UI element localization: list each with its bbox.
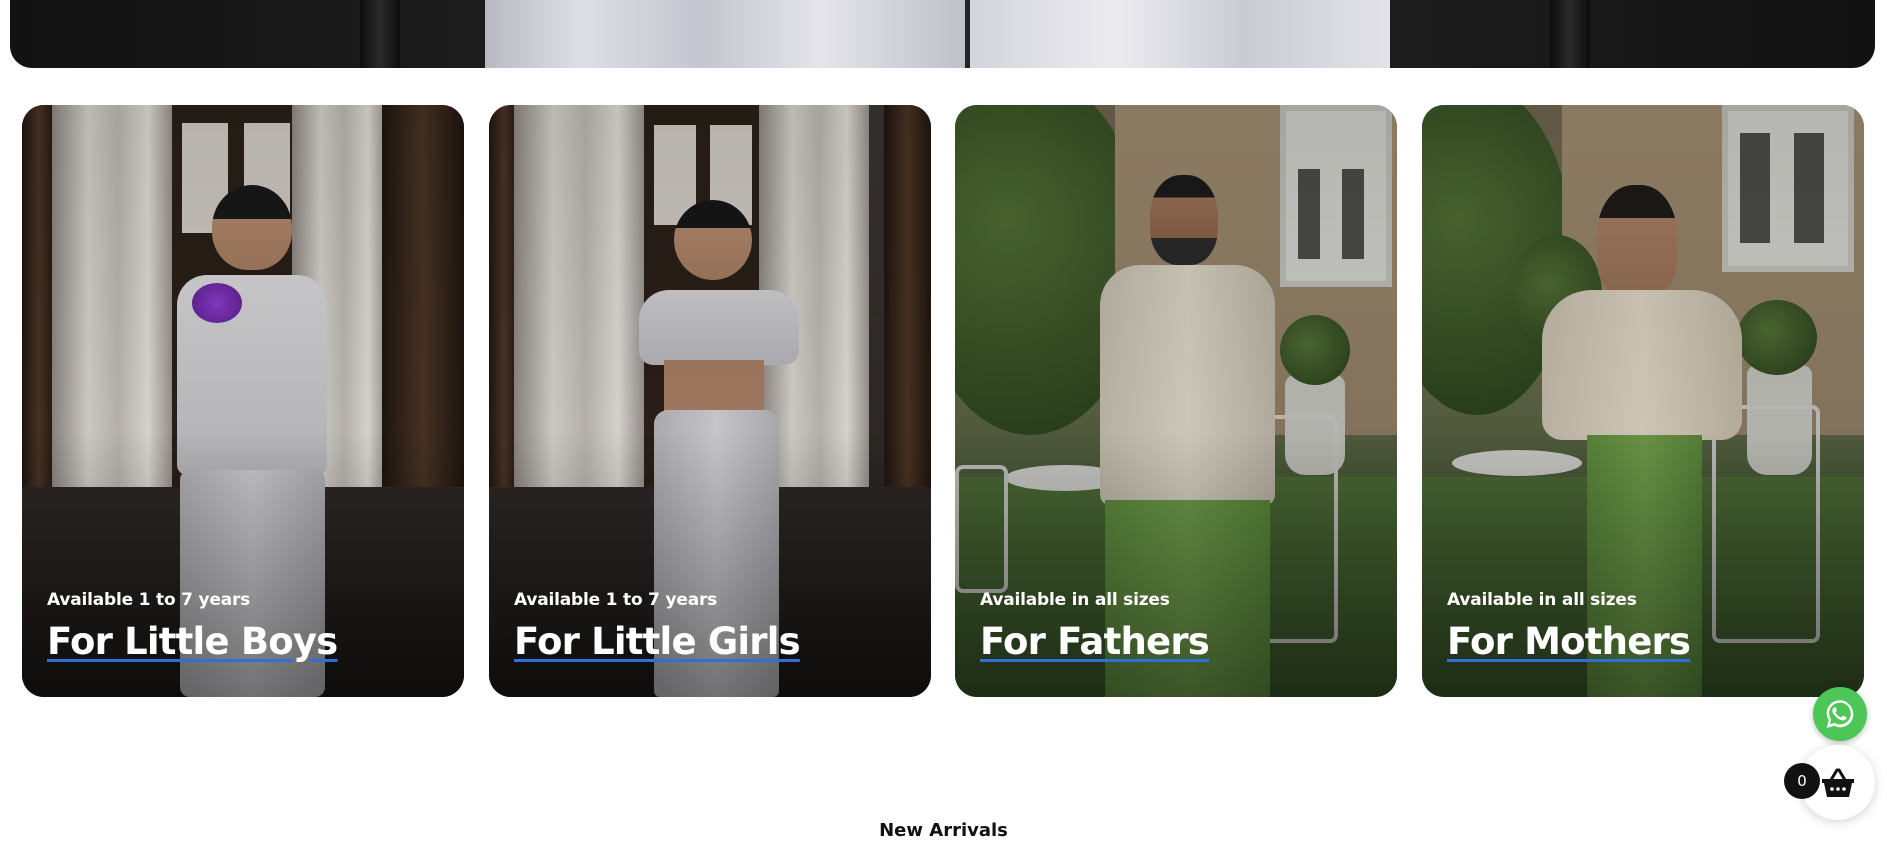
category-subtitle: Available 1 to 7 years [514,590,718,610]
hero-banner-drape [970,0,1390,68]
hero-banner [10,0,1875,68]
hero-banner-drape [485,0,965,68]
category-card-little-boys[interactable]: Available 1 to 7 years For Little Boys [22,105,464,697]
category-title-link[interactable]: For Mothers [1447,620,1691,663]
hero-banner-post [360,0,400,68]
new-arrivals-heading: New Arrivals [879,820,1008,841]
basket-icon [1821,768,1854,797]
category-title-link[interactable]: For Fathers [980,620,1210,663]
category-card-fathers[interactable]: Available in all sizes For Fathers [955,105,1397,697]
category-subtitle: Available in all sizes [1447,590,1637,610]
category-subtitle: Available in all sizes [980,590,1170,610]
category-subtitle: Available 1 to 7 years [47,590,251,610]
category-card-little-girls[interactable]: Available 1 to 7 years For Little Girls [489,105,931,697]
whatsapp-icon [1826,700,1854,728]
hero-banner-post [1550,0,1590,68]
category-card-mothers[interactable]: Available in all sizes For Mothers [1422,105,1864,697]
category-title-link[interactable]: For Little Girls [514,620,801,663]
whatsapp-button[interactable] [1813,687,1867,741]
category-title-link[interactable]: For Little Boys [47,620,338,663]
cart-count-badge: 0 [1784,763,1820,799]
